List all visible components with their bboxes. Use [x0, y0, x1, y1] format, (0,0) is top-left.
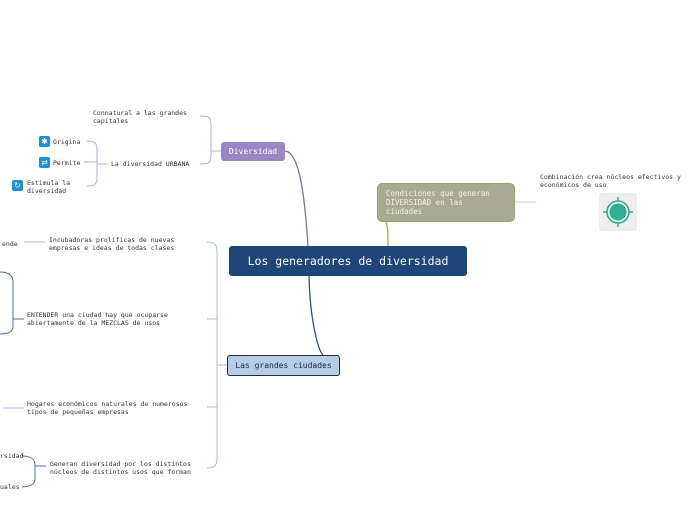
subtopic-hogares[interactable]: Hogares económicos naturales de numeroso…: [27, 400, 187, 416]
subtopic-incubadoras[interactable]: Incubadoras prolíficas de nuevas empresa…: [49, 236, 174, 252]
subtopic-entender[interactable]: ENTENDER una ciudad hay que ocuparse abi…: [27, 311, 168, 327]
link-diversidad-bracket: [199, 115, 221, 165]
subtopic-uales[interactable]: uales: [0, 483, 20, 491]
link-central-condiciones: [385, 221, 389, 247]
subtopic-generan[interactable]: Generan diversidad por los distintos núc…: [50, 460, 191, 476]
mindmap-canvas: Los generadores de diversidad Diversidad…: [0, 0, 696, 520]
subtopic-diversidad-urbana[interactable]: La diversidad URBANA: [111, 160, 189, 168]
refresh-icon: ↻: [12, 180, 23, 191]
subtopic-ende[interactable]: ende: [2, 240, 18, 248]
topic-condiciones[interactable]: Condiciones que generan DIVERSIDAD en la…: [377, 183, 515, 222]
subtopic-permite[interactable]: Permite: [53, 159, 80, 167]
subtopic-origina[interactable]: Origina: [53, 138, 80, 146]
topic-grandes-ciudades[interactable]: Las grandes ciudades: [227, 355, 340, 376]
star-icon: ✱: [39, 136, 50, 147]
link-central-grandes: [308, 275, 324, 356]
repeat-icon: ⇄: [39, 157, 50, 168]
subtopic-estimula[interactable]: Estimula la diversidad: [27, 179, 70, 195]
link-generan-left: [21, 455, 46, 488]
subtopic-rsidad[interactable]: rsidad: [0, 452, 23, 460]
link-urbana-bracket: [86, 140, 108, 187]
topic-diversidad[interactable]: Diversidad: [221, 142, 285, 161]
link-entender-left: [0, 271, 24, 335]
central-topic[interactable]: Los generadores de diversidad: [229, 246, 467, 276]
target-icon: [599, 193, 637, 231]
condiciones-note[interactable]: Combinación crea núcleos efectivos y eco…: [540, 173, 681, 189]
link-central-diversidad: [284, 150, 309, 247]
subtopic-connatural[interactable]: Connatural a las grandes capitales: [93, 109, 187, 125]
link-grandes-bracket: [206, 241, 227, 469]
